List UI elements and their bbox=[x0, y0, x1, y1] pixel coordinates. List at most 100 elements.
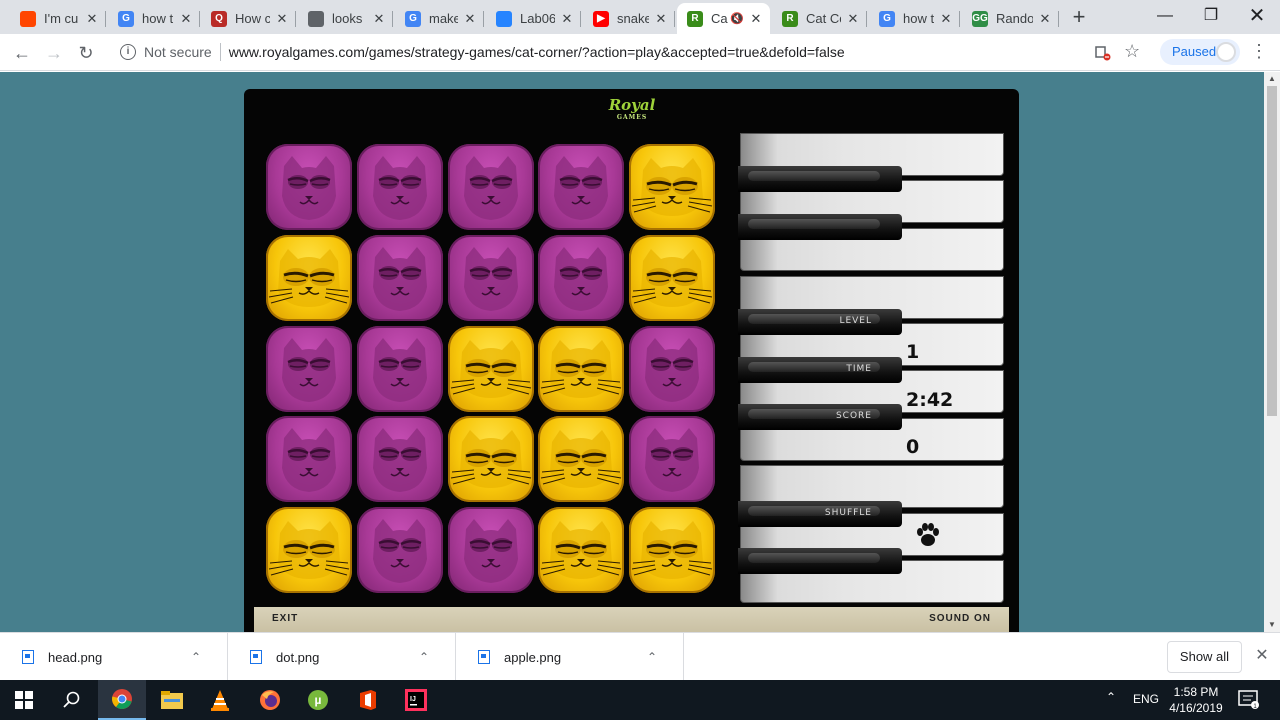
system-clock[interactable]: 1:58 PM 4/16/2019 bbox=[1166, 684, 1226, 716]
back-icon[interactable]: ← bbox=[8, 39, 36, 67]
cat-tile-cell[interactable] bbox=[448, 235, 534, 321]
purple-cat-icon[interactable] bbox=[448, 235, 534, 321]
chevron-up-icon[interactable]: ⌃ bbox=[419, 650, 441, 664]
shuffle-button[interactable]: SHUFFLE bbox=[738, 501, 902, 527]
close-tab-icon[interactable]: ✕ bbox=[178, 11, 194, 27]
purple-cat-icon[interactable] bbox=[448, 507, 534, 593]
cat-tile-cell[interactable] bbox=[538, 416, 624, 502]
chrome-icon[interactable] bbox=[98, 680, 146, 720]
browser-tab[interactable]: Gmake ✕ bbox=[395, 3, 484, 34]
firefox-icon[interactable] bbox=[246, 680, 294, 720]
sound-toggle[interactable]: SOUND ON bbox=[929, 613, 991, 624]
cat-tile-cell[interactable] bbox=[357, 326, 443, 412]
download-item[interactable]: dot.png ⌃ bbox=[228, 633, 456, 681]
browser-tab[interactable]: I'm cu ✕ bbox=[10, 3, 106, 34]
yellow-cat-icon[interactable] bbox=[538, 507, 624, 593]
yellow-cat-icon[interactable] bbox=[629, 144, 715, 230]
yellow-cat-icon[interactable] bbox=[448, 416, 534, 502]
close-tab-icon[interactable]: ✕ bbox=[748, 11, 764, 27]
exit-button[interactable]: EXIT bbox=[272, 613, 298, 624]
info-icon[interactable]: i bbox=[120, 44, 136, 60]
restore-button[interactable]: ❐ bbox=[1188, 0, 1234, 34]
cat-tile-cell[interactable] bbox=[266, 235, 352, 321]
chevron-up-icon[interactable]: ⌃ bbox=[647, 650, 669, 664]
cat-tile-cell[interactable] bbox=[538, 144, 624, 230]
cat-tile-cell[interactable] bbox=[629, 235, 715, 321]
cat-tile-cell[interactable] bbox=[629, 507, 715, 593]
cat-tile-cell[interactable] bbox=[448, 507, 534, 593]
yellow-cat-icon[interactable] bbox=[266, 507, 352, 593]
cat-tile-cell[interactable] bbox=[448, 416, 534, 502]
purple-cat-icon[interactable] bbox=[357, 507, 443, 593]
yellow-cat-icon[interactable] bbox=[538, 326, 624, 412]
intellij-icon[interactable]: IJ bbox=[392, 680, 440, 720]
cat-tile-cell[interactable] bbox=[266, 416, 352, 502]
cat-tile-cell[interactable] bbox=[629, 416, 715, 502]
paw-icon[interactable] bbox=[912, 519, 944, 551]
purple-cat-icon[interactable] bbox=[357, 235, 443, 321]
browser-tab[interactable]: R Cat Co ✕ bbox=[772, 3, 867, 34]
browser-tab[interactable]: GG Rando ✕ bbox=[962, 3, 1059, 34]
browser-tab[interactable]: looks ✕ bbox=[298, 3, 393, 34]
language-indicator[interactable]: ENG bbox=[1133, 692, 1159, 706]
cat-tile-cell[interactable] bbox=[357, 507, 443, 593]
cat-tile-cell[interactable] bbox=[266, 326, 352, 412]
file-explorer-icon[interactable] bbox=[148, 680, 196, 720]
browser-tab[interactable]: Ghow t ✕ bbox=[108, 3, 200, 34]
purple-cat-icon[interactable] bbox=[266, 326, 352, 412]
download-item[interactable]: apple.png ⌃ bbox=[456, 633, 684, 681]
cat-tile-cell[interactable] bbox=[538, 235, 624, 321]
yellow-cat-icon[interactable] bbox=[448, 326, 534, 412]
scroll-down-arrow-icon[interactable]: ▼ bbox=[1264, 618, 1280, 632]
close-tab-icon[interactable]: ✕ bbox=[371, 11, 387, 27]
search-icon[interactable] bbox=[48, 680, 96, 720]
purple-cat-icon[interactable] bbox=[538, 235, 624, 321]
close-tab-icon[interactable]: ✕ bbox=[84, 11, 100, 27]
close-tab-icon[interactable]: ✕ bbox=[274, 11, 290, 27]
browser-tab[interactable]: Q How c ✕ bbox=[201, 3, 296, 34]
start-icon[interactable] bbox=[0, 680, 48, 720]
show-all-button[interactable]: Show all bbox=[1167, 641, 1242, 673]
new-tab-button[interactable]: + bbox=[1066, 4, 1092, 30]
browser-tab[interactable]: Ghow t ✕ bbox=[869, 3, 960, 34]
yellow-cat-icon[interactable] bbox=[629, 235, 715, 321]
purple-cat-icon[interactable] bbox=[448, 144, 534, 230]
url-text[interactable]: www.royalgames.com/games/strategy-games/… bbox=[229, 44, 845, 60]
vlc-icon[interactable] bbox=[196, 680, 244, 720]
forward-icon[interactable]: → bbox=[40, 39, 68, 67]
scroll-up-arrow-icon[interactable]: ▲ bbox=[1264, 72, 1280, 86]
yellow-cat-icon[interactable] bbox=[266, 235, 352, 321]
browser-tab[interactable]: ▶ snake ✕ bbox=[583, 3, 675, 34]
cat-tile-cell[interactable] bbox=[448, 144, 534, 230]
purple-cat-icon[interactable] bbox=[538, 144, 624, 230]
profile-paused-button[interactable]: Paused bbox=[1160, 39, 1240, 65]
page-scrollbar[interactable]: ▲ ▼ bbox=[1264, 72, 1280, 632]
close-tab-icon[interactable]: ✕ bbox=[462, 11, 478, 27]
close-download-bar-icon[interactable]: ✕ bbox=[1252, 645, 1272, 667]
cat-tile-cell[interactable] bbox=[538, 326, 624, 412]
purple-cat-icon[interactable] bbox=[266, 144, 352, 230]
close-tab-icon[interactable]: ✕ bbox=[1037, 11, 1053, 27]
close-tab-icon[interactable]: ✕ bbox=[938, 11, 954, 27]
bookmark-star-icon[interactable]: ☆ bbox=[1124, 41, 1144, 61]
cat-tile-cell[interactable] bbox=[357, 416, 443, 502]
purple-cat-icon[interactable] bbox=[266, 416, 352, 502]
chevron-up-icon[interactable]: ⌃ bbox=[191, 650, 213, 664]
utorrent-icon[interactable]: µ bbox=[294, 680, 342, 720]
close-tab-icon[interactable]: ✕ bbox=[653, 11, 669, 27]
cat-tile-cell[interactable] bbox=[357, 235, 443, 321]
muted-speaker-icon[interactable]: 🔇 bbox=[730, 12, 744, 25]
tray-expand-icon[interactable]: ⌃ bbox=[1106, 690, 1116, 704]
cat-tile-cell[interactable] bbox=[629, 326, 715, 412]
purple-cat-icon[interactable] bbox=[357, 416, 443, 502]
reload-icon[interactable]: ↻ bbox=[72, 39, 100, 67]
notification-icon[interactable]: 1 bbox=[1238, 690, 1260, 710]
purple-cat-icon[interactable] bbox=[357, 144, 443, 230]
close-window-button[interactable]: ✕ bbox=[1234, 0, 1280, 34]
minimize-button[interactable]: — bbox=[1142, 0, 1188, 34]
cat-tile-cell[interactable] bbox=[448, 326, 534, 412]
blocked-content-icon[interactable] bbox=[1094, 44, 1112, 62]
yellow-cat-icon[interactable] bbox=[538, 416, 624, 502]
download-item[interactable]: head.png ⌃ bbox=[0, 633, 228, 681]
royal-games-logo[interactable]: Royal GAMES bbox=[608, 95, 656, 125]
